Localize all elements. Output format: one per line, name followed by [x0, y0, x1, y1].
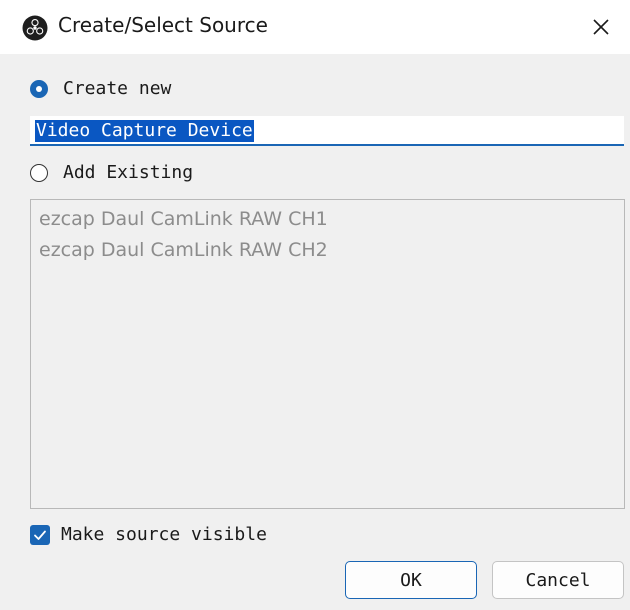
create-new-radio-option[interactable]: Create new [30, 78, 171, 99]
cancel-button[interactable]: Cancel [492, 561, 624, 599]
make-source-visible-option[interactable]: Make source visible [30, 524, 267, 545]
obs-logo-icon [22, 15, 48, 41]
make-source-visible-label: Make source visible [61, 524, 267, 545]
window-title: Create/Select Source [58, 13, 268, 37]
list-item[interactable]: ezcap Daul CamLink RAW CH1 [39, 208, 328, 230]
add-existing-radio[interactable] [30, 163, 48, 182]
title-bar[interactable]: Create/Select Source [0, 0, 630, 54]
existing-sources-list[interactable]: ezcap Daul CamLink RAW CH1 ezcap Daul Ca… [30, 199, 625, 509]
create-new-label: Create new [63, 78, 172, 99]
create-new-radio[interactable] [30, 79, 48, 98]
add-existing-radio-option[interactable]: Add Existing [30, 162, 193, 183]
ok-button[interactable]: OK [345, 561, 477, 599]
checkmark-icon [34, 530, 46, 540]
close-button[interactable] [584, 10, 618, 44]
create-select-source-dialog: Create/Select Source Create new Video Ca… [0, 0, 630, 610]
make-source-visible-checkbox[interactable] [30, 524, 50, 545]
source-name-selected-text: Video Capture Device [35, 120, 254, 142]
list-item[interactable]: ezcap Daul CamLink RAW CH2 [39, 239, 328, 261]
close-icon [593, 19, 609, 35]
add-existing-label: Add Existing [63, 162, 194, 183]
source-name-input[interactable]: Video Capture Device [30, 116, 624, 146]
